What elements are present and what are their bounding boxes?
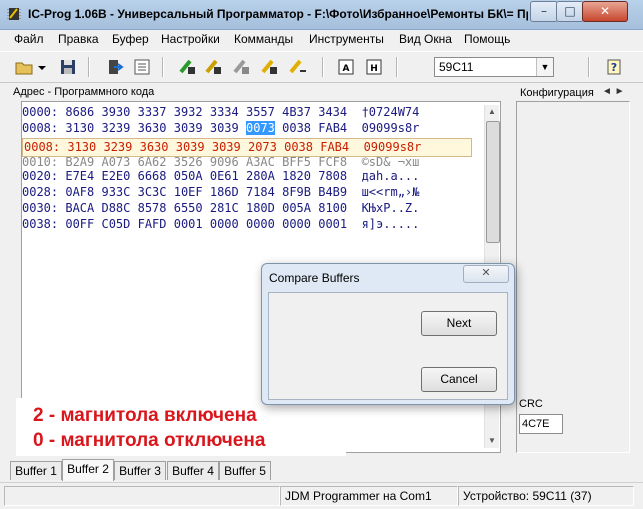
menu-help[interactable]: Помощь <box>464 32 510 46</box>
configuration-label: Конфигурация <box>520 87 594 99</box>
scroll-thumb[interactable] <box>486 121 500 243</box>
title-bar: IC-Prog 1.06B - Универсальный Программат… <box>0 0 643 30</box>
hex-view-icon[interactable]: A <box>336 57 356 77</box>
ic-prog-app-icon <box>7 8 21 20</box>
dialog-title: Compare Buffers <box>269 271 360 285</box>
selected-hex-cell[interactable]: 0073 <box>245 121 275 135</box>
crc-value: 4C7E <box>519 414 563 434</box>
scroll-up-arrow-icon[interactable]: ▲ <box>485 105 499 119</box>
compare-icon[interactable] <box>288 57 308 77</box>
menu-settings[interactable]: Настройки <box>161 32 220 46</box>
status-empty-cell <box>4 486 280 506</box>
tab-buffer-5[interactable]: Buffer 5 <box>219 461 271 480</box>
compare-diff-row: 0008: 3130 3239 3630 3039 3039 2073 0038… <box>22 138 472 157</box>
chevron-down-icon[interactable]: ▼ <box>536 58 553 76</box>
config-nav-arrows-icon[interactable]: ◄ ► <box>602 86 625 97</box>
annotation-line-1: 2 - магнитола включена <box>33 405 257 426</box>
tab-buffer-4[interactable]: Buffer 4 <box>167 461 219 480</box>
verify-icon[interactable] <box>204 57 224 77</box>
maximize-button[interactable]: □ <box>556 1 584 22</box>
ascii-view-icon[interactable]: H <box>364 57 384 77</box>
svg-text:?: ? <box>611 61 617 74</box>
menu-window[interactable]: Вид Окна <box>399 32 452 46</box>
svg-text:A: A <box>343 64 350 74</box>
erase-icon[interactable] <box>232 57 252 77</box>
program-code-panel-label: Адрес - Программного кода <box>11 86 157 98</box>
svg-text:H: H <box>370 64 378 74</box>
toolbar: A H 59C11 ▼ ? <box>0 51 643 83</box>
tab-buffer-3[interactable]: Buffer 3 <box>114 461 166 480</box>
menu-commands[interactable]: Комманды <box>234 32 293 46</box>
status-bar: JDM Programmer на Com1 Устройство: 59C11… <box>0 482 643 509</box>
crc-label: CRC <box>519 398 543 410</box>
minimize-button[interactable]: – <box>530 1 558 22</box>
status-programmer: JDM Programmer на Com1 <box>280 486 458 506</box>
hex-row: 0038: 00FF C05D FAFD 0001 0000 0000 0000… <box>22 217 420 231</box>
blank-check-icon[interactable] <box>260 57 280 77</box>
next-button[interactable]: Next <box>421 311 497 336</box>
annotation-line-2: 0 - магнитола отключена <box>33 430 266 451</box>
program-icon[interactable] <box>178 57 198 77</box>
dialog-close-icon[interactable]: ✕ <box>463 265 509 283</box>
tab-buffer-2[interactable]: Buffer 2 <box>62 459 114 481</box>
tab-buffer-1[interactable]: Buffer 1 <box>10 461 62 480</box>
dropdown-icon[interactable] <box>36 57 48 77</box>
open-icon[interactable] <box>14 57 34 77</box>
hex-row: 0028: 0AF8 933C 3C3C 10EF 186D 7184 8F9B… <box>22 185 420 199</box>
menu-file[interactable]: Файл <box>14 32 44 46</box>
help-icon[interactable]: ? <box>604 57 624 77</box>
menu-bar: Файл Правка Буфер Настройки Комманды Инс… <box>0 30 643 50</box>
scroll-down-arrow-icon[interactable]: ▼ <box>485 434 499 448</box>
status-device: Устройство: 59C11 (37) <box>458 486 634 506</box>
hex-row: 0030: BACA D88C 8578 6550 281C 180D 005A… <box>22 201 420 215</box>
compare-buffers-dialog: Compare Buffers ✕ Next Cancel <box>261 263 515 405</box>
hex-row: 0000: 8686 3930 3337 3932 3334 3557 4B37… <box>22 105 420 119</box>
device-select-value: 59C11 <box>439 60 474 74</box>
menu-edit[interactable]: Правка <box>58 32 99 46</box>
read-icon[interactable] <box>104 57 124 77</box>
device-select[interactable]: 59C11 ▼ <box>434 57 554 77</box>
save-icon[interactable] <box>58 57 78 77</box>
menu-tools[interactable]: Инструменты <box>309 32 384 46</box>
hex-row: 0020: E7E4 E2E0 6668 050A 0E61 280A 1820… <box>22 169 420 183</box>
config-icon[interactable] <box>132 57 152 77</box>
cancel-button[interactable]: Cancel <box>421 367 497 392</box>
close-window-button[interactable]: ✕ <box>582 1 628 22</box>
dialog-body: Next Cancel <box>268 292 508 400</box>
buffer-tabs: Buffer 1 Buffer 2 Buffer 3 Buffer 4 Buff… <box>0 459 643 482</box>
hex-row: 0008: 3130 3239 3630 3039 3039 0073 0038… <box>22 121 420 135</box>
window-title: IC-Prog 1.06B - Универсальный Программат… <box>28 7 528 21</box>
menu-buffer[interactable]: Буфер <box>112 32 149 46</box>
diff-row-text: 0008: 3130 3239 3630 3039 3039 2073 0038… <box>24 140 422 154</box>
